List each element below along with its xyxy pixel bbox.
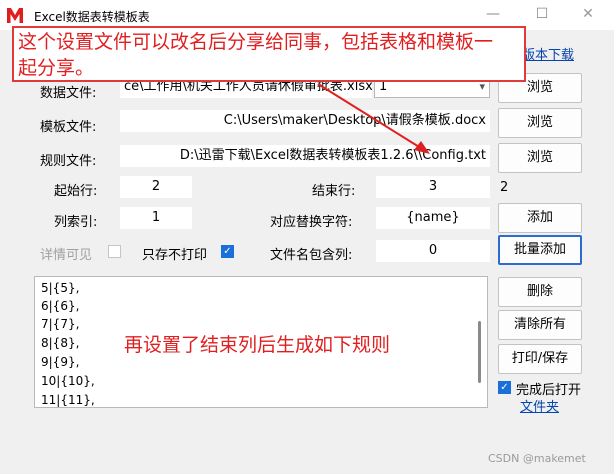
column-index-label: 列索引: [54, 215, 98, 230]
browse-template-button[interactable]: 浏览 [498, 108, 582, 138]
template-file-label: 模板文件: [40, 120, 97, 135]
maximize-icon[interactable]: ☐ [531, 4, 553, 24]
batch-add-button[interactable]: 批量添加 [498, 235, 582, 265]
clear-all-button[interactable]: 清除所有 [498, 310, 582, 340]
column-index-field[interactable]: 1 [120, 207, 192, 229]
annotation-box: 这个设置文件可以改名后分享给同事，包括表格和模板一 起分享。 [12, 26, 526, 82]
end-row-label: 结束行: [312, 184, 356, 199]
end-row-field[interactable]: 3 [376, 176, 490, 198]
version-download-link[interactable]: 版本下载 [522, 44, 574, 63]
browse-rule-button[interactable]: 浏览 [498, 143, 582, 173]
list-item[interactable]: 6|{6}, [41, 299, 79, 313]
filename-col-label: 文件名包含列: [270, 248, 353, 263]
save-only-label: 只存不打印 [142, 248, 208, 263]
list-scrollbar[interactable] [478, 321, 481, 383]
delete-button[interactable]: 删除 [498, 277, 582, 307]
annotation-line-2: 起分享。 [18, 57, 95, 79]
detail-visible-checkbox[interactable] [108, 245, 121, 258]
start-row-label: 起始行: [54, 184, 98, 199]
data-file-label: 数据文件: [40, 86, 97, 101]
detail-visible-label: 详情可见 [40, 248, 93, 263]
rule-file-label: 规则文件: [40, 154, 97, 169]
filename-col-field[interactable]: 0 [376, 240, 490, 262]
window-title: Excel数据表转模板表 [34, 10, 150, 24]
replace-char-label: 对应替换字符: [270, 215, 353, 230]
replace-char-field[interactable]: {name} [376, 207, 490, 229]
annotation-middle: 再设置了结束列后生成如下规则 [124, 334, 391, 356]
rule-file-field[interactable]: D:\迅雷下载\Excel数据表转模板表1.2.6\\Config.txt [120, 145, 490, 167]
folder-link[interactable]: 文件夹 [520, 396, 559, 415]
list-item[interactable]: 7|{7}, [41, 317, 79, 331]
open-after-checkbox[interactable]: ✓ [498, 381, 511, 394]
app-icon [6, 6, 24, 24]
list-item[interactable]: 5|{5}, [41, 281, 79, 295]
minimize-icon[interactable]: — [482, 4, 504, 24]
end-row-count: 2 [500, 180, 509, 195]
close-icon[interactable]: ✕ [577, 4, 599, 24]
watermark: CSDN @makemet [488, 452, 586, 465]
annotation-line-1: 这个设置文件可以改名后分享给同事，包括表格和模板一 [18, 31, 494, 53]
list-item[interactable]: 8|{8}, [41, 336, 79, 350]
list-item[interactable]: 10|{10}, [41, 374, 95, 388]
list-item[interactable]: 9|{9}, [41, 355, 79, 369]
list-item[interactable]: 11|{11}, [41, 393, 95, 407]
start-row-field[interactable]: 2 [120, 176, 192, 198]
add-button[interactable]: 添加 [498, 203, 582, 233]
save-only-checkbox[interactable]: ✓ [221, 245, 234, 258]
template-file-field[interactable]: C:\Users\maker\Desktop\请假条模板.docx [120, 110, 490, 132]
print-save-button[interactable]: 打印/保存 [498, 344, 582, 374]
